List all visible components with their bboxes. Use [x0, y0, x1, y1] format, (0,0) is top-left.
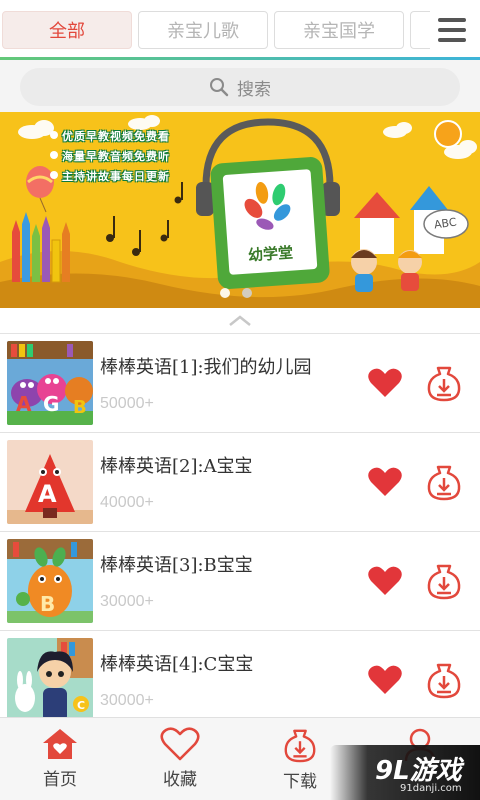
- nav-home-label: 首页: [43, 770, 77, 790]
- play-count: 40000+: [100, 494, 154, 511]
- chevron-up-icon: [229, 314, 251, 326]
- heart-icon: [160, 727, 200, 761]
- play-count: 30000+: [100, 593, 154, 610]
- heart-icon[interactable]: [368, 368, 402, 398]
- svg-text:B: B: [73, 397, 87, 418]
- banner-line-3: 主持讲故事每日更新: [50, 170, 170, 183]
- play-count: 50000+: [100, 395, 154, 412]
- category-tab-bar: 全部 亲宝儿歌 亲宝国学: [0, 0, 480, 60]
- list-item[interactable]: A G B 棒棒英语[1]:我们的幼儿园 50000+: [0, 334, 480, 433]
- heart-icon[interactable]: [368, 467, 402, 497]
- download-icon[interactable]: [426, 562, 462, 600]
- nav-favorites-label: 收藏: [163, 770, 197, 790]
- home-icon: [43, 729, 77, 759]
- svg-text:B: B: [40, 592, 55, 616]
- svg-text:A: A: [38, 480, 57, 508]
- svg-text:G: G: [43, 392, 59, 416]
- banner-line-2: 海量早教音频免费听: [50, 150, 170, 163]
- search-box[interactable]: 搜索: [20, 68, 460, 106]
- nav-favorites[interactable]: 收藏: [120, 718, 240, 800]
- heart-icon[interactable]: [368, 665, 402, 695]
- download-icon[interactable]: [426, 364, 462, 402]
- thumbnail: B: [7, 539, 93, 623]
- tab-all[interactable]: 全部: [2, 11, 132, 49]
- item-title: 棒棒英语[4]:C宝宝: [100, 654, 254, 675]
- search-label: 搜索: [237, 79, 271, 100]
- heart-icon[interactable]: [368, 566, 402, 596]
- collapse-toggle[interactable]: [0, 308, 480, 334]
- list-item[interactable]: A 棒棒英语[2]:A宝宝 40000+: [0, 433, 480, 532]
- banner-pager: [220, 288, 252, 298]
- thumbnail: A: [7, 440, 93, 524]
- pager-dot: [242, 288, 252, 298]
- download-icon: [284, 729, 316, 763]
- tab-classics[interactable]: 亲宝国学: [274, 11, 404, 49]
- nav-home[interactable]: 首页: [0, 718, 120, 800]
- search-area: 搜索: [0, 60, 480, 112]
- nav-downloads-label: 下载: [283, 772, 317, 792]
- list-item[interactable]: B 棒棒英语[3]:B宝宝 30000+: [0, 532, 480, 631]
- svg-text:A: A: [16, 392, 32, 416]
- download-icon[interactable]: [426, 463, 462, 501]
- banner-logo-text: 幼学堂: [247, 243, 294, 265]
- menu-icon[interactable]: [438, 18, 466, 42]
- promo-banner[interactable]: 优质早教视频免费看 海量早教音频免费听 主持讲故事每日更新: [0, 112, 480, 308]
- tab-partial[interactable]: [410, 11, 430, 49]
- thumbnail: A G B: [7, 341, 93, 425]
- watermark-logo: 9L游戏: [375, 756, 462, 786]
- item-title: 棒棒英语[3]:B宝宝: [100, 555, 253, 576]
- svg-text:C: C: [77, 699, 85, 712]
- search-icon: [210, 78, 229, 97]
- play-count: 30000+: [100, 692, 154, 709]
- video-list: A G B 棒棒英语[1]:我们的幼儿园 50000+ A 棒棒英语[2]:A宝…: [0, 334, 480, 730]
- banner-line-1: 优质早教视频免费看: [50, 130, 170, 143]
- thumbnail: C: [7, 638, 93, 722]
- item-title: 棒棒英语[2]:A宝宝: [100, 456, 253, 477]
- tab-kids-songs[interactable]: 亲宝儿歌: [138, 11, 268, 49]
- watermark-url: 91danji.com: [400, 783, 462, 794]
- download-icon[interactable]: [426, 661, 462, 699]
- pager-dot-active: [220, 288, 230, 298]
- list-item[interactable]: C 棒棒英语[4]:C宝宝 30000+: [0, 631, 480, 730]
- item-title: 棒棒英语[1]:我们的幼儿园: [100, 357, 312, 378]
